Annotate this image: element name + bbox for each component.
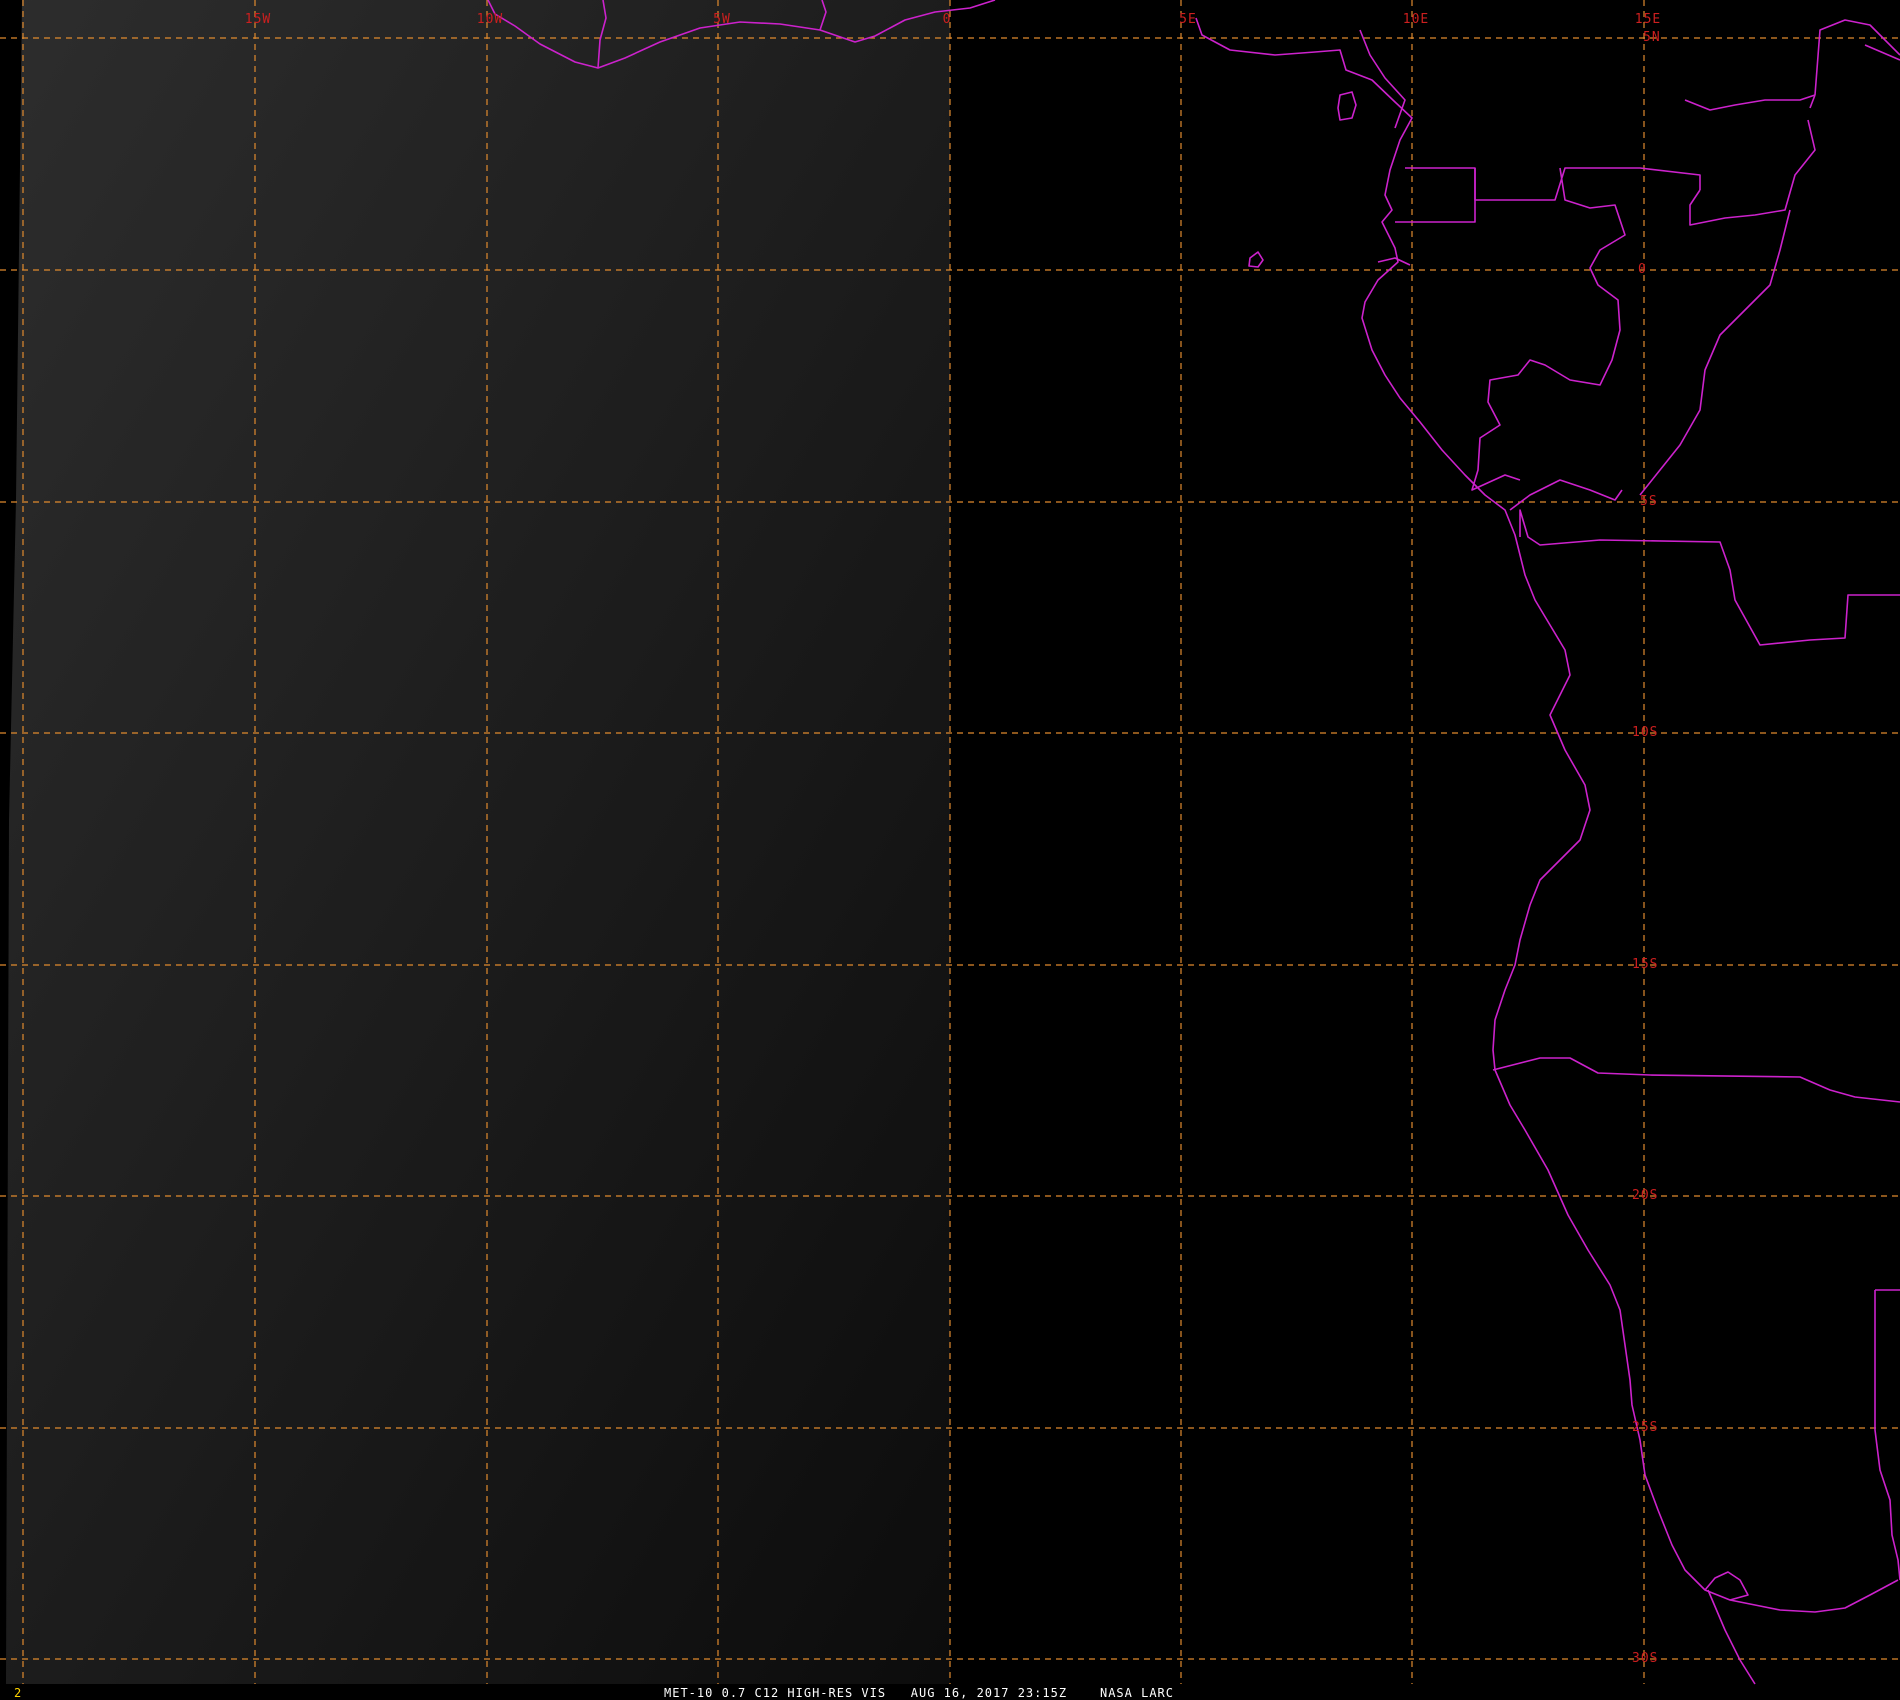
frame-number: 2 [14, 1686, 23, 1700]
lat-label-25s: 25S [1632, 1420, 1658, 1435]
image-caption: MET-10 0.7 C12 HIGH-RES VIS AUG 16, 2017… [664, 1686, 1174, 1700]
border-namibia-south-africa [1874, 1290, 1900, 1581]
border-cameroon-south [1405, 167, 1701, 201]
credit: NASA LARC [1099, 1686, 1174, 1700]
lat-label-5n: 5N [1643, 30, 1661, 45]
border-angola-namibia [1492, 1057, 1900, 1103]
lon-label-10w: 10W [477, 12, 503, 27]
lon-label-0: 0 [943, 12, 952, 27]
border-angola-drc [1519, 509, 1900, 646]
lat-label-20s: 20S [1632, 1188, 1658, 1203]
gabon-estuary [1377, 257, 1411, 266]
lat-label-15s: 15S [1632, 957, 1658, 972]
lat-label-30s: 30S [1632, 1651, 1658, 1666]
illuminated-region [6, 0, 950, 1684]
sao-tome-island [1248, 251, 1264, 268]
central-africa-coastline [1195, 17, 1899, 1613]
south-coast-inlet [1704, 1571, 1749, 1601]
latitude-labels: 5N 0 5S 10S 15S 20S 25S 30S [1632, 30, 1661, 1666]
satellite-map: 15W 10W 5W 0 5E 10E 15E 5N 0 5S 10S 15S … [0, 0, 1900, 1685]
border-gabon-congo [1471, 167, 1626, 491]
border-cabinda [1509, 479, 1623, 511]
caption-bar: 2 MET-10 0.7 C12 HIGH-RES VIS AUG 16, 20… [0, 1686, 1900, 1700]
border-nigeria-cameroon [1359, 29, 1406, 129]
border-eq-guinea [1395, 168, 1476, 223]
lon-label-15w: 15W [245, 12, 271, 27]
border-car-congo [1864, 44, 1900, 61]
border-cameroon-chad [1684, 94, 1816, 111]
lon-label-5e: 5E [1179, 12, 1197, 27]
border-cameroon-car [1814, 19, 1900, 96]
congo-river-border [1639, 209, 1791, 496]
lon-label-5w: 5W [713, 12, 731, 27]
lat-label-10s: 10S [1632, 725, 1658, 740]
border-congo-drc [1689, 119, 1816, 226]
satellite-name: MET-10 [664, 1686, 714, 1700]
channel-name: 0.7 C12 HIGH-RES VIS [721, 1686, 887, 1700]
lon-label-15e: 15E [1635, 12, 1661, 27]
lat-label-5s: 5S [1640, 494, 1658, 509]
lon-label-10e: 10E [1403, 12, 1429, 27]
bioko-island [1337, 91, 1357, 121]
lat-label-0: 0 [1638, 262, 1647, 277]
timestamp: AUG 16, 2017 23:15Z [910, 1686, 1068, 1700]
